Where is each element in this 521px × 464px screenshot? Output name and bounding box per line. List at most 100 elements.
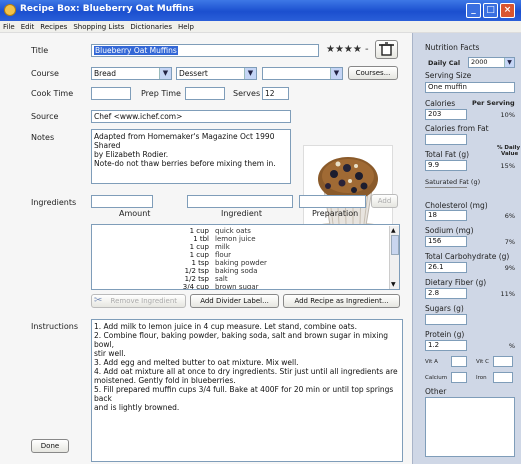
title-value: Blueberry Oat Muffins xyxy=(94,46,178,55)
menu-dictionaries[interactable]: Dictionaries xyxy=(127,21,175,33)
ingredient-input[interactable] xyxy=(187,195,293,208)
preparation-header: Preparation xyxy=(312,209,359,218)
category-dropdown[interactable]: Dessert ▼ xyxy=(176,67,257,80)
sodium-field[interactable]: 156 xyxy=(425,236,467,247)
instructions-textarea[interactable]: 1. Add milk to lemon juice in 4 cup meas… xyxy=(91,319,403,462)
instruction-line: 5. Fill prepared muffin cups 3/4 full. B… xyxy=(94,385,396,403)
total-carbohydrate-field[interactable]: 26.1 xyxy=(425,262,467,273)
courses-button[interactable]: Courses... xyxy=(348,66,398,80)
calories-from-fat-field[interactable] xyxy=(425,134,467,145)
serving-size-field[interactable]: One muffin xyxy=(425,82,515,93)
notes-line: Note-do not thaw berries before mixing t… xyxy=(94,159,276,168)
menu-edit[interactable]: Edit xyxy=(18,21,38,33)
vit-a-field[interactable] xyxy=(451,356,467,367)
calcium-label: Calcium xyxy=(425,375,448,381)
scrollbar-thumb[interactable] xyxy=(391,235,399,255)
ingredient-row[interactable]: 1 cup milk xyxy=(92,243,372,251)
serving-size-label: Serving Size xyxy=(425,71,472,80)
muffin-image xyxy=(304,146,392,232)
source-field[interactable]: Chef <www.ichef.com> xyxy=(91,110,291,123)
menu-bar: File Edit Recipes Shopping Lists Dictionarie… xyxy=(0,21,521,33)
notes-line: by Elizabeth Rodier. xyxy=(94,150,169,159)
minimize-button[interactable]: _ xyxy=(466,3,481,18)
calories-field[interactable]: 203 xyxy=(425,109,467,120)
done-button[interactable]: Done xyxy=(31,439,69,453)
calcium-field[interactable] xyxy=(451,372,467,383)
add-ingredient-button[interactable]: Add xyxy=(371,194,398,208)
ingredients-label: Ingredients xyxy=(31,198,77,207)
ingredient-name: flour xyxy=(215,251,232,259)
chevron-down-icon: ▼ xyxy=(504,58,514,67)
notes-label: Notes xyxy=(31,133,55,142)
chevron-down-icon: ▼ xyxy=(330,68,342,79)
daily-cal-dropdown[interactable]: 2000 ▼ xyxy=(468,57,515,68)
calories-from-fat-label: Calories from Fat xyxy=(425,124,489,133)
close-button[interactable]: × xyxy=(500,3,515,18)
third-category-dropdown[interactable]: ▼ xyxy=(262,67,343,80)
serves-label: Serves xyxy=(233,89,261,98)
total-fat-pct: 15% xyxy=(500,162,515,170)
iron-field[interactable] xyxy=(493,372,513,383)
dietary-fiber-pct: 11% xyxy=(500,290,515,298)
ingredient-row[interactable]: 3/4 cup brown sugar xyxy=(92,283,372,289)
protein-pct: % xyxy=(508,342,515,350)
remove-ingredient-button[interactable]: ✂ Remove Ingredient xyxy=(91,294,186,308)
title-label: Title xyxy=(31,46,49,55)
instruction-line: 1. Add milk to lemon juice in 4 cup meas… xyxy=(94,322,357,331)
daily-cal-value: 2000 xyxy=(471,58,488,66)
add-recipe-as-ingredient-button[interactable]: Add Recipe as Ingredient... xyxy=(283,294,400,308)
ingredient-row[interactable]: 1/2 tsp salt xyxy=(92,275,372,283)
maximize-button[interactable]: □ xyxy=(483,3,498,18)
ingredient-row[interactable]: 1 cup quick oats xyxy=(92,227,372,235)
notes-textarea[interactable]: Adapted from Homemaker's Magazine Oct 19… xyxy=(91,129,291,184)
menu-recipes[interactable]: Recipes xyxy=(37,21,70,33)
calories-pct: 10% xyxy=(500,111,515,119)
sugars-field[interactable] xyxy=(425,314,467,325)
instruction-line: 3. Add egg and melted butter to oat mixt… xyxy=(94,358,299,367)
sugars-label: Sugars (g) xyxy=(425,304,464,313)
protein-field[interactable]: 1.2 xyxy=(425,340,467,351)
ingredient-row[interactable]: 1 cup flour xyxy=(92,251,372,259)
amount-header: Amount xyxy=(119,209,151,218)
vit-c-field[interactable] xyxy=(493,356,513,367)
serves-field[interactable]: 12 xyxy=(262,87,289,100)
menu-help[interactable]: Help xyxy=(175,21,197,33)
other-textarea[interactable] xyxy=(425,397,515,457)
title-bar[interactable]: Recipe Box: Blueberry Oat Muffins _ □ × xyxy=(0,0,521,21)
nutrition-heading: Nutrition Facts xyxy=(425,43,480,52)
protein-label: Protein (g) xyxy=(425,330,465,339)
recipe-form: Title Blueberry Oat Muffins ★★★★ - Cours… xyxy=(0,33,412,464)
ingredient-list[interactable]: 1 cup quick oats 1 tbl lemon juice 1 cup milk… xyxy=(91,224,400,290)
ingredient-list-scrollbar[interactable]: ▲ ▼ xyxy=(389,226,399,289)
nutrition-panel: Nutrition Facts Daily Cal 2000 ▼ Serving … xyxy=(412,33,521,464)
cooking-pot-button[interactable] xyxy=(375,40,398,59)
rating-stars[interactable]: ★★★★ - xyxy=(326,44,369,55)
saturated-fat-label: Saturated Fat (g) xyxy=(425,178,481,186)
menu-file[interactable]: File xyxy=(0,21,18,33)
cook-time-field[interactable] xyxy=(91,87,131,100)
ingredient-amount: 1 tsp xyxy=(191,259,209,267)
amount-input[interactable] xyxy=(91,195,153,208)
ingredient-row[interactable]: 1 tsp baking powder xyxy=(92,259,372,267)
preparation-input[interactable] xyxy=(299,195,366,208)
course-dropdown[interactable]: Bread ▼ xyxy=(91,67,172,80)
title-field[interactable]: Blueberry Oat Muffins xyxy=(91,44,319,57)
ingredient-row[interactable]: 1 tbl lemon juice xyxy=(92,235,372,243)
menu-shopping-lists[interactable]: Shopping Lists xyxy=(70,21,127,33)
total-fat-field[interactable]: 9.9 xyxy=(425,160,467,171)
dietary-fiber-field[interactable]: 2.8 xyxy=(425,288,467,299)
total-carbohydrate-label: Total Carbohydrate (g) xyxy=(425,252,510,261)
cholesterol-field[interactable]: 18 xyxy=(425,210,467,221)
ingredient-name: salt xyxy=(215,275,228,283)
vit-a-label: Vit A xyxy=(425,359,438,365)
cholesterol-label: Cholesterol (mg) xyxy=(425,201,488,210)
ingredient-row[interactable]: 1/2 tsp baking soda xyxy=(92,267,372,275)
prep-time-field[interactable] xyxy=(185,87,225,100)
chevron-down-icon: ▼ xyxy=(244,68,256,79)
add-divider-label-button[interactable]: Add Divider Label... xyxy=(190,294,279,308)
saturated-fat-underline xyxy=(425,187,467,188)
instruction-line: moistened. Gently fold in blueberries. xyxy=(94,376,236,385)
ingredient-name: milk xyxy=(215,243,230,251)
total-carbohydrate-pct: 9% xyxy=(504,264,515,272)
ingredient-name: lemon juice xyxy=(215,235,256,243)
